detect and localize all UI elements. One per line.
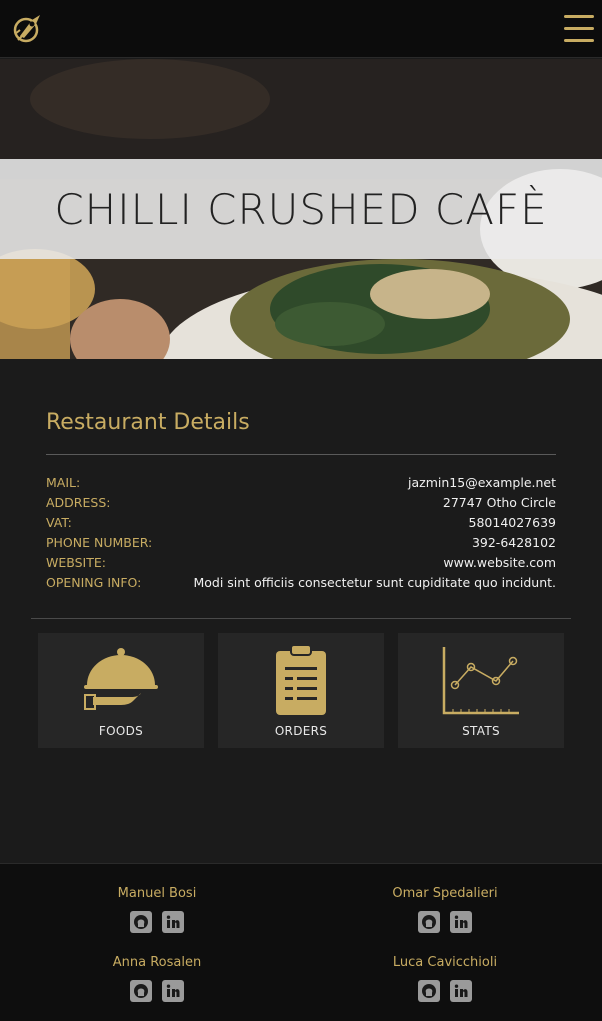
stats-card[interactable]: STATS xyxy=(398,633,564,748)
top-bar xyxy=(0,0,602,58)
detail-row-phone: PHONE NUMBER: 392-6428102 xyxy=(46,532,556,552)
restaurant-details: Restaurant Details MAIL: jazmin15@exampl… xyxy=(46,410,556,590)
foods-card-label: FOODS xyxy=(98,724,144,738)
detail-value: 27747 Otho Circle xyxy=(442,494,556,510)
foods-card[interactable]: FOODS xyxy=(38,633,204,748)
detail-row-vat: VAT: 58014027639 xyxy=(46,512,556,532)
clipboard-icon xyxy=(276,645,326,715)
detail-label: WEBSITE: xyxy=(46,554,106,570)
details-divider xyxy=(46,454,556,455)
social-links xyxy=(57,980,257,1002)
orders-card[interactable]: ORDERS xyxy=(218,633,384,748)
github-icon[interactable] xyxy=(418,911,440,933)
detail-row-opening-info: OPENING INFO: Modi sint officiis consect… xyxy=(46,572,556,592)
detail-value: 58014027639 xyxy=(468,514,556,530)
line-chart-icon xyxy=(442,647,519,715)
detail-label: ADDRESS: xyxy=(46,494,111,510)
hero-banner: CHILLI CRUSHED CAFÈ xyxy=(0,59,602,359)
linkedin-icon[interactable] xyxy=(162,911,184,933)
detail-label: MAIL: xyxy=(46,474,81,490)
hero-title-band: CHILLI CRUSHED CAFÈ xyxy=(0,159,602,259)
detail-row-mail: MAIL: jazmin15@example.net xyxy=(46,472,556,492)
detail-value: 392-6428102 xyxy=(471,534,556,550)
team-member: Manuel Bosi xyxy=(57,886,257,933)
details-heading: Restaurant Details xyxy=(46,410,250,435)
team-member: Luca Cavicchioli xyxy=(345,955,545,1002)
github-icon[interactable] xyxy=(130,980,152,1002)
github-icon[interactable] xyxy=(418,980,440,1002)
restaurant-name: CHILLI CRUSHED CAFÈ xyxy=(54,184,548,234)
team-member: Anna Rosalen xyxy=(57,955,257,1002)
details-list: MAIL: jazmin15@example.net ADDRESS: 2774… xyxy=(46,472,556,592)
member-name: Omar Spedalieri xyxy=(392,886,498,901)
detail-label: OPENING INFO: xyxy=(46,574,142,590)
github-icon[interactable] xyxy=(130,911,152,933)
member-name: Luca Cavicchioli xyxy=(392,955,498,970)
detail-label: PHONE NUMBER: xyxy=(46,534,153,550)
social-links xyxy=(345,980,545,1002)
stats-card-label: STATS xyxy=(462,724,500,738)
hamburger-menu-icon[interactable] xyxy=(563,13,595,45)
detail-value: Modi sint officiis consectetur sunt cupi… xyxy=(193,574,556,590)
linkedin-icon[interactable] xyxy=(450,980,472,1002)
detail-row-website: WEBSITE: www.website.com xyxy=(46,552,556,572)
team-member: Omar Spedalieri xyxy=(345,886,545,933)
member-name: Anna Rosalen xyxy=(112,955,202,970)
linkedin-icon[interactable] xyxy=(162,980,184,1002)
social-links xyxy=(57,911,257,933)
social-links xyxy=(345,911,545,933)
detail-row-address: ADDRESS: 27747 Otho Circle xyxy=(46,492,556,512)
detail-label: VAT: xyxy=(46,514,72,530)
orders-card-label: ORDERS xyxy=(274,724,328,738)
section-divider xyxy=(31,618,571,619)
detail-value: jazmin15@example.net xyxy=(408,474,556,490)
member-name: Manuel Bosi xyxy=(117,886,197,901)
rocket-logo-icon[interactable] xyxy=(10,12,44,46)
cloche-serving-icon xyxy=(84,648,158,710)
footer: Manuel Bosi Omar Spedalieri Anna Rosalen xyxy=(0,863,602,1021)
detail-value: www.website.com xyxy=(443,554,556,570)
linkedin-icon[interactable] xyxy=(450,911,472,933)
